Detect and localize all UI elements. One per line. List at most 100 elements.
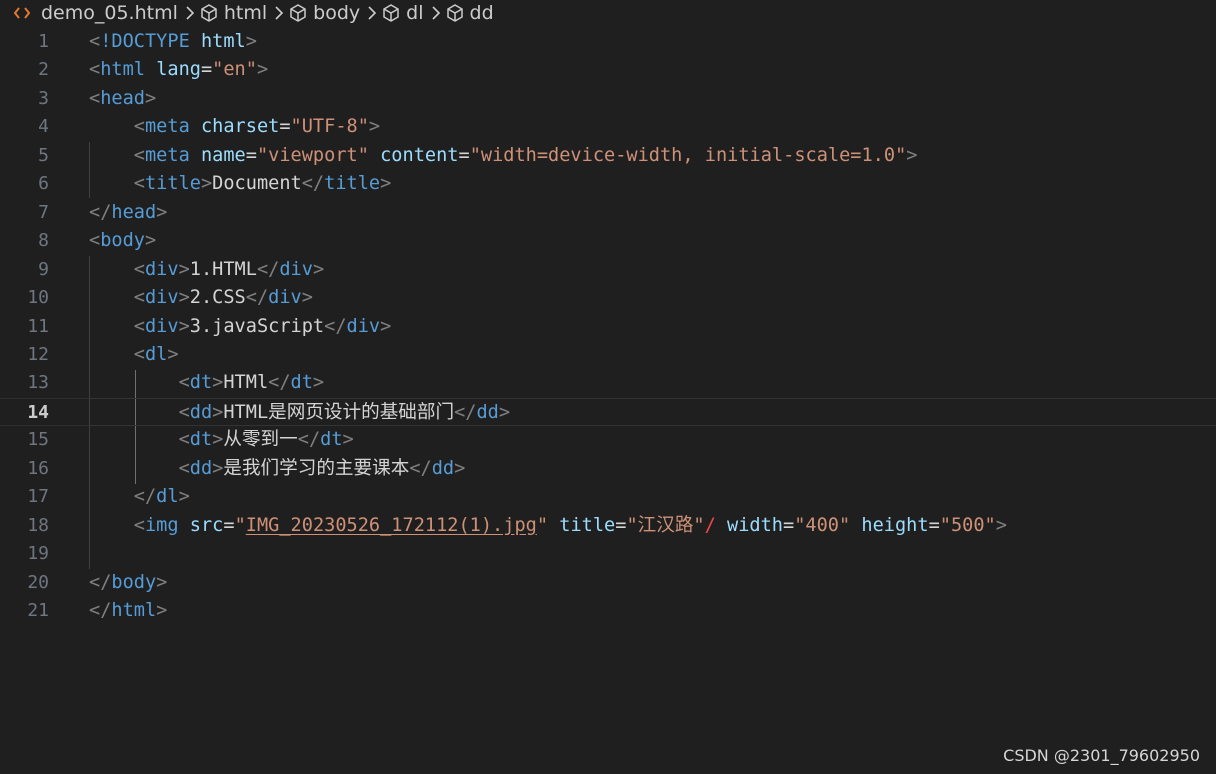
code-line[interactable]: 12 <dl>	[0, 341, 1216, 369]
code-token: </	[89, 571, 112, 593]
code-token: "UTF-8"	[290, 116, 369, 138]
code-token: 从零到一	[223, 429, 298, 451]
code-token: >	[245, 31, 257, 52]
line-number: 20	[27, 571, 49, 593]
code-text: <dd>是我们学习的主要课本</dd>	[89, 455, 466, 483]
breadcrumb-item-html[interactable]: html	[199, 2, 267, 24]
code-token: dd	[189, 401, 213, 423]
code-token: title	[324, 173, 381, 195]
breadcrumb-label: html	[223, 2, 268, 24]
code-token: >	[312, 258, 325, 280]
code-text: <meta charset="UTF-8">	[89, 113, 380, 141]
code-line[interactable]: 8 <body>	[0, 227, 1216, 255]
code-text: <div>2.CSS</div>	[89, 284, 313, 312]
code-token: </	[89, 201, 112, 223]
code-line[interactable]: 5 <meta name="viewport" content="width=d…	[0, 142, 1216, 170]
code-editor[interactable]: 1 <!DOCTYPE html> 2 <html lang="en"> 3 <head>…	[0, 28, 1216, 648]
code-line[interactable]: 10 <div>2.CSS</div>	[0, 284, 1216, 312]
code-token: dt	[320, 429, 343, 451]
code-token: width	[727, 514, 783, 536]
breadcrumb-item-file[interactable]: demo_05.html	[14, 2, 178, 24]
code-token: >	[200, 173, 213, 195]
code-token: >	[256, 59, 269, 81]
code-token: >	[212, 401, 224, 423]
code-line[interactable]: 21 </html>	[0, 597, 1216, 625]
line-number: 2	[38, 59, 49, 81]
code-token: >	[178, 258, 190, 280]
code-token: </	[454, 401, 477, 423]
symbol-cube-icon	[199, 3, 219, 23]
code-token: </	[301, 173, 325, 195]
code-token: </	[89, 600, 112, 621]
code-line[interactable]: 19	[0, 540, 1216, 568]
code-token: <	[89, 59, 101, 81]
code-token: head	[111, 201, 157, 223]
line-number: 16	[27, 457, 49, 479]
code-line[interactable]: 3 <head>	[0, 85, 1216, 113]
breadcrumb-item-body[interactable]: body	[288, 2, 360, 24]
code-line[interactable]: 4 <meta charset="UTF-8">	[0, 113, 1216, 141]
code-line[interactable]: 11 <div>3.javaScript</div>	[0, 313, 1216, 341]
code-token: meta	[144, 116, 190, 138]
code-text: <html lang="en">	[89, 56, 268, 84]
code-token: dl	[156, 486, 179, 508]
code-line[interactable]: 20 </body>	[0, 569, 1216, 597]
code-line[interactable]: 15 <dt>从零到一</dt>	[0, 426, 1216, 454]
code-text: <dl>	[89, 341, 179, 369]
code-line[interactable]: 7 </head>	[0, 199, 1216, 227]
code-line[interactable]: 9 <div>1.HTML</div>	[0, 256, 1216, 284]
code-token: >	[368, 116, 381, 138]
code-text: <dd>HTML是网页设计的基础部门</dd>	[89, 399, 511, 427]
code-line[interactable]: 13 <dt>HTMl</dt>	[0, 369, 1216, 397]
code-token: >	[312, 372, 325, 394]
code-token: dd	[431, 457, 455, 479]
code-token: dl	[144, 343, 168, 365]
code-line[interactable]: 18 <img src="IMG_20230526_172112(1).jpg"…	[0, 512, 1216, 540]
line-number: 19	[27, 543, 49, 565]
code-token: >	[156, 571, 168, 593]
code-token: </	[297, 429, 321, 451]
code-text: <div>1.HTML</div>	[89, 256, 324, 284]
line-number: 5	[38, 144, 49, 166]
code-line[interactable]: 6 <title>Document</title>	[0, 170, 1216, 198]
code-token: 3.javaScript	[189, 315, 325, 337]
code-token: div	[279, 258, 313, 280]
code-line[interactable]: 16 <dd>是我们学习的主要课本</dd>	[0, 455, 1216, 483]
code-token: =	[245, 144, 257, 166]
code-token: "江汉路"	[626, 514, 705, 536]
code-token: 2.CSS	[189, 287, 246, 309]
code-line[interactable]: 2 <html lang="en">	[0, 56, 1216, 84]
line-number: 14	[27, 401, 49, 423]
code-token: html	[200, 31, 246, 52]
code-token: <	[133, 343, 145, 365]
code-line[interactable]: 14 <dd>HTML是网页设计的基础部门</dd>	[0, 397, 1216, 427]
code-token: <	[133, 116, 145, 138]
code-token: >	[178, 315, 190, 337]
code-token: Document	[212, 173, 302, 195]
code-token: /	[704, 514, 716, 536]
breadcrumb-item-dl[interactable]: dl	[381, 2, 424, 24]
code-line[interactable]: 1 <!DOCTYPE html>	[0, 28, 1216, 56]
code-line[interactable]: 17 </dl>	[0, 483, 1216, 511]
code-token: <	[89, 230, 101, 252]
code-token: 是我们学习的主要课本	[223, 457, 410, 479]
code-token: "	[536, 514, 549, 536]
code-token: >	[498, 401, 511, 423]
code-text: <img src="IMG_20230526_172112(1).jpg" ti…	[89, 512, 1007, 540]
breadcrumb-item-dd[interactable]: dd	[445, 2, 494, 24]
code-token: title	[559, 514, 616, 536]
